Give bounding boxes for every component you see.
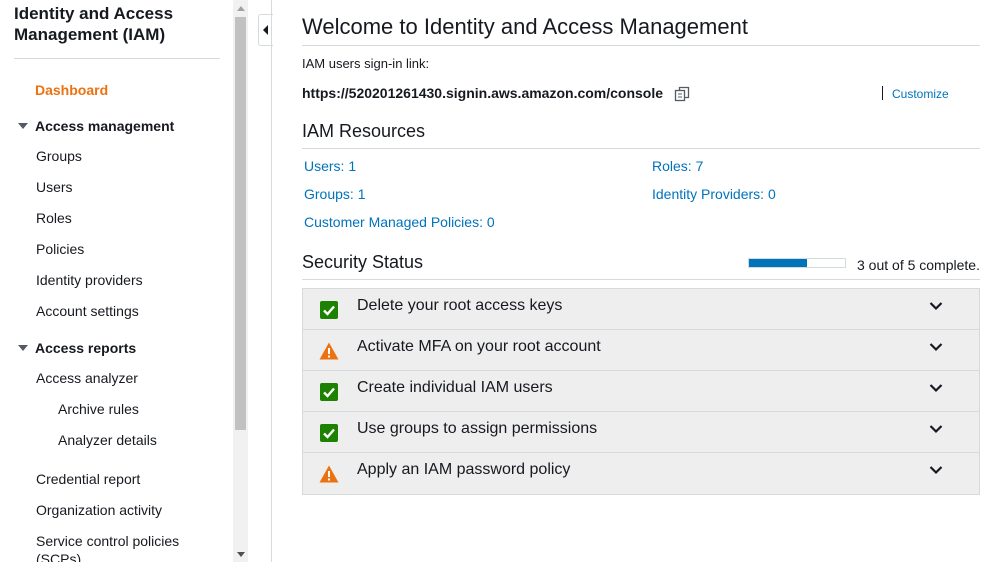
groups-count-link[interactable]: Groups: 1 — [304, 186, 365, 202]
page-title: Welcome to Identity and Access Managemen… — [302, 14, 748, 39]
panel-divider — [271, 0, 272, 562]
security-divider — [302, 279, 980, 280]
chevron-left-icon — [263, 25, 268, 35]
security-item-label: Delete your root access keys — [357, 297, 563, 314]
main-content: Welcome to Identity and Access Managemen… — [302, 0, 980, 562]
iam-console: Identity and Access Management (IAM) Das… — [0, 0, 983, 562]
security-item-label: Create individual IAM users — [357, 379, 553, 396]
security-progress-bar — [748, 258, 846, 268]
customize-separator — [882, 86, 883, 100]
check-icon — [320, 301, 338, 319]
sidebar-item-dashboard[interactable]: Dashboard — [35, 81, 108, 99]
security-status-item[interactable]: Use groups to assign permissions — [303, 412, 979, 453]
scroll-down-arrow-icon[interactable] — [237, 552, 245, 557]
security-item-label: Activate MFA on your root account — [357, 338, 601, 355]
section-label: Access management — [35, 118, 175, 134]
chevron-down-icon[interactable] — [929, 463, 943, 477]
warning-icon — [319, 342, 339, 360]
check-icon — [320, 424, 338, 442]
sidebar-item-roles[interactable]: Roles — [36, 209, 72, 227]
signin-url: https://520201261430.signin.aws.amazon.c… — [302, 85, 664, 101]
check-icon — [320, 383, 338, 401]
scroll-thumb[interactable] — [235, 17, 246, 430]
sidebar-divider — [14, 58, 220, 59]
chevron-down-icon[interactable] — [929, 299, 943, 313]
sidebar-title: Identity and Access Management (IAM) — [14, 4, 174, 44]
sidebar-item-archive-rules[interactable]: Archive rules — [58, 400, 139, 418]
security-item-label: Apply an IAM password policy — [357, 461, 571, 478]
resources-title: IAM Resources — [302, 121, 426, 141]
sidebar-item-groups[interactable]: Groups — [36, 147, 82, 165]
sidebar-item-service-control-policies[interactable]: Service control policies (SCPs) — [36, 532, 206, 562]
sidebar-item-access-analyzer[interactable]: Access analyzer — [36, 369, 138, 387]
sidebar-item-account-settings[interactable]: Account settings — [36, 302, 139, 320]
security-status-item[interactable]: Delete your root access keys — [303, 289, 979, 330]
sidebar-item-organization-activity[interactable]: Organization activity — [36, 501, 162, 519]
sidebar-item-users[interactable]: Users — [36, 178, 73, 196]
copy-icon[interactable] — [673, 85, 691, 103]
progress-fill — [749, 259, 807, 267]
sidebar-item-policies[interactable]: Policies — [36, 240, 84, 258]
sidebar: Identity and Access Management (IAM) Das… — [0, 0, 233, 562]
users-count-link[interactable]: Users: 1 — [304, 158, 356, 174]
chevron-down-icon[interactable] — [929, 340, 943, 354]
security-status-item[interactable]: Activate MFA on your root account — [303, 330, 979, 371]
warning-icon — [319, 465, 339, 483]
sidebar-section-access-management[interactable]: Access management — [18, 117, 174, 135]
progress-text: 3 out of 5 complete. — [857, 257, 980, 273]
security-status-title: Security Status — [302, 252, 424, 272]
customer-managed-policies-link[interactable]: Customer Managed Policies: 0 — [304, 214, 495, 230]
caret-down-icon — [18, 345, 28, 351]
title-divider — [302, 45, 980, 46]
signin-label: IAM users sign-in link: — [302, 56, 430, 71]
roles-count-link[interactable]: Roles: 7 — [652, 158, 703, 174]
sidebar-scrollbar[interactable] — [233, 0, 248, 562]
identity-providers-count-link[interactable]: Identity Providers: 0 — [652, 186, 776, 202]
scroll-up-arrow-icon[interactable] — [237, 6, 245, 11]
sidebar-section-access-reports[interactable]: Access reports — [18, 339, 136, 357]
customize-link[interactable]: Customize — [892, 87, 949, 101]
resources-divider — [302, 148, 980, 149]
security-item-label: Use groups to assign permissions — [357, 420, 598, 437]
section-label: Access reports — [35, 340, 137, 356]
sidebar-item-analyzer-details[interactable]: Analyzer details — [58, 431, 157, 449]
chevron-down-icon[interactable] — [929, 381, 943, 395]
sidebar-item-credential-report[interactable]: Credential report — [36, 470, 140, 488]
security-status-list: Delete your root access keys Activate MFA… — [302, 288, 980, 495]
security-status-item[interactable]: Apply an IAM password policy — [303, 453, 979, 494]
security-status-item[interactable]: Create individual IAM users — [303, 371, 979, 412]
sidebar-item-identity-providers[interactable]: Identity providers — [36, 271, 143, 289]
caret-down-icon — [18, 123, 28, 129]
chevron-down-icon[interactable] — [929, 422, 943, 436]
